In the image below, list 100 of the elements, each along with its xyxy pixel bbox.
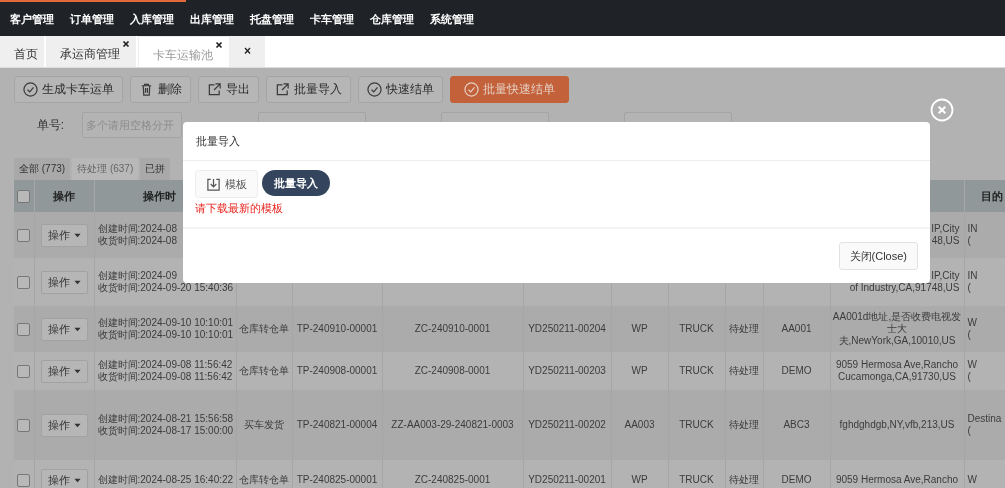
- caret-down-icon: [73, 367, 81, 375]
- nav-menu-item[interactable]: 托盘管理: [250, 11, 294, 27]
- table-cell: YD250211-00203: [528, 365, 606, 376]
- caret-down-icon: [73, 476, 81, 484]
- table-cell: 创建时间:2024-08-21 15:56:58 收货时间:2024-08-17 15:00:00: [97, 413, 234, 436]
- table-cell: IN (: [967, 270, 978, 293]
- table-cell: IN (: [967, 223, 978, 246]
- table-cell: AA003: [624, 419, 655, 430]
- table-cell: WP: [631, 365, 648, 376]
- table-cell: WP: [631, 474, 648, 485]
- toolbar-button[interactable]: 批量导入: [266, 76, 351, 103]
- table-cell: W (: [967, 317, 977, 340]
- download-icon: [206, 176, 221, 192]
- checkbox[interactable]: [17, 189, 31, 203]
- action-dropdown[interactable]: 操作: [40, 468, 88, 488]
- checkbox[interactable]: [17, 322, 31, 336]
- table-cell: 待处理: [729, 419, 759, 430]
- table-cell: TP-240825-00001: [296, 474, 378, 485]
- table-cell: ABC3: [783, 419, 810, 430]
- nav-menu-item[interactable]: 客户管理: [10, 11, 54, 27]
- table-cell: IP,City 48,US: [931, 223, 960, 246]
- action-dropdown[interactable]: 操作: [40, 317, 88, 341]
- check-circle-icon: [367, 82, 382, 97]
- table-cell: TP-240910-00001: [296, 323, 378, 334]
- table-cell: 仓库转仓单: [239, 474, 289, 485]
- table-cell: 待处理: [729, 365, 759, 376]
- close-icon[interactable]: [930, 98, 954, 122]
- field-label: 单号:: [35, 116, 64, 134]
- table-cell: ZZ-AA003-29-240821-0003: [391, 419, 514, 430]
- action-dropdown[interactable]: 操作: [40, 270, 88, 294]
- close-button[interactable]: 关闭(Close): [838, 242, 918, 270]
- table-cell: YD250211-00204: [528, 323, 606, 334]
- table-cell: W: [967, 474, 977, 485]
- table-cell: 9059 Hermosa Ave,Rancho Cucamonga,CA,91730,US: [835, 359, 959, 382]
- page-tab[interactable]: 首页: [0, 36, 46, 67]
- table-cell: YD250211-00201: [528, 474, 606, 485]
- export-icon: [275, 82, 290, 97]
- toolbar-button[interactable]: 快速结单: [358, 76, 443, 103]
- action-dropdown[interactable]: 操作: [40, 223, 88, 247]
- caret-down-icon: [73, 231, 81, 239]
- checkbox[interactable]: [17, 418, 31, 432]
- table-cell: 创建时间:2024-08-25 16:40:22: [97, 474, 234, 485]
- import-button[interactable]: 批量导入: [262, 170, 330, 196]
- column-header: 操作: [53, 189, 75, 202]
- table-cell: 仓库转仓单: [239, 365, 289, 376]
- toolbar-button[interactable]: 删除: [130, 76, 191, 103]
- close-tab[interactable]: ×: [230, 36, 267, 67]
- table-cell: YD250211-00202: [528, 419, 606, 430]
- status-tab[interactable]: 已拼: [140, 158, 171, 180]
- checkbox[interactable]: [17, 228, 31, 242]
- caret-down-icon: [73, 421, 81, 429]
- table-cell: ZC-240908-0001: [414, 365, 491, 376]
- nav-menu-item[interactable]: 订单管理: [70, 11, 114, 27]
- template-button[interactable]: 模板: [195, 170, 258, 198]
- hint-text: 请下载最新的模板: [195, 201, 283, 216]
- table-cell: TRUCK: [679, 323, 714, 334]
- table-cell: TRUCK: [679, 365, 714, 376]
- check-circle-icon: [464, 82, 479, 97]
- nav-menu-item[interactable]: 卡车管理: [310, 11, 354, 27]
- checkbox[interactable]: [17, 275, 31, 289]
- table-cell: ZC-240825-0001: [414, 474, 491, 485]
- status-tab[interactable]: 全部 (773): [14, 158, 71, 180]
- table-cell: Destina (: [967, 413, 1002, 436]
- table-cell: DEMO: [781, 365, 812, 376]
- table-cell: TRUCK: [679, 419, 714, 430]
- table-cell: DEMO: [781, 474, 812, 485]
- trash-icon: [139, 82, 154, 97]
- nav-menu-item[interactable]: 出库管理: [190, 11, 234, 27]
- table-cell: 仓库转仓单: [239, 323, 289, 334]
- table-cell: AA001d地址,是否收费电视发 士大 夫,NewYork,GA,10010,US: [832, 311, 962, 346]
- nav-menu-item[interactable]: 入库管理: [130, 11, 174, 27]
- dialog-title: 批量导入: [196, 133, 240, 149]
- toolbar-button[interactable]: 生成卡车运单: [14, 76, 123, 103]
- nav-menu-item[interactable]: 系统管理: [430, 11, 474, 27]
- table-cell: 创建时间:2024-08 收货时间:2024-08: [97, 223, 177, 246]
- table-cell: 待处理: [729, 474, 759, 485]
- table-cell: 创建时间:2024-09-10 10:10:01 收货时间:2024-09-10 10:10:01: [97, 317, 234, 340]
- column-header: 操作时: [142, 189, 176, 202]
- check-circle-icon: [23, 82, 38, 97]
- checkbox[interactable]: [17, 473, 31, 487]
- column-header: 目的: [980, 189, 1003, 202]
- caret-down-icon: [73, 325, 81, 333]
- checkbox[interactable]: [17, 364, 31, 378]
- page-tab[interactable]: 承运商管理: [46, 36, 138, 67]
- table-cell: 待处理: [729, 323, 759, 334]
- toolbar-button[interactable]: 导出: [198, 76, 259, 103]
- table-cell: TRUCK: [679, 474, 714, 485]
- caret-down-icon: [73, 278, 81, 286]
- table-cell: 买车发货: [244, 419, 284, 430]
- table-cell: 9059 Hermosa Ave,Rancho: [835, 474, 959, 485]
- table-cell: 创建时间:2024-09 收货时间:2024-09-20 15:40:36: [97, 270, 234, 293]
- table-cell: ZC-240910-0001: [414, 323, 491, 334]
- table-cell: IP,City of Industry,CA,91748,US: [849, 270, 960, 293]
- table-cell: AA001: [781, 323, 812, 334]
- action-dropdown[interactable]: 操作: [40, 359, 88, 383]
- nav-menu-item[interactable]: 仓库管理: [370, 11, 414, 27]
- table-cell: W (: [967, 359, 977, 382]
- table-cell: 创建时间:2024-09-08 11:56:42 收货时间:2024-09-08 11:56:42: [97, 359, 233, 382]
- action-dropdown[interactable]: 操作: [40, 413, 88, 437]
- table-cell: fghdghdgb,NY,vfb,213,US: [839, 419, 955, 430]
